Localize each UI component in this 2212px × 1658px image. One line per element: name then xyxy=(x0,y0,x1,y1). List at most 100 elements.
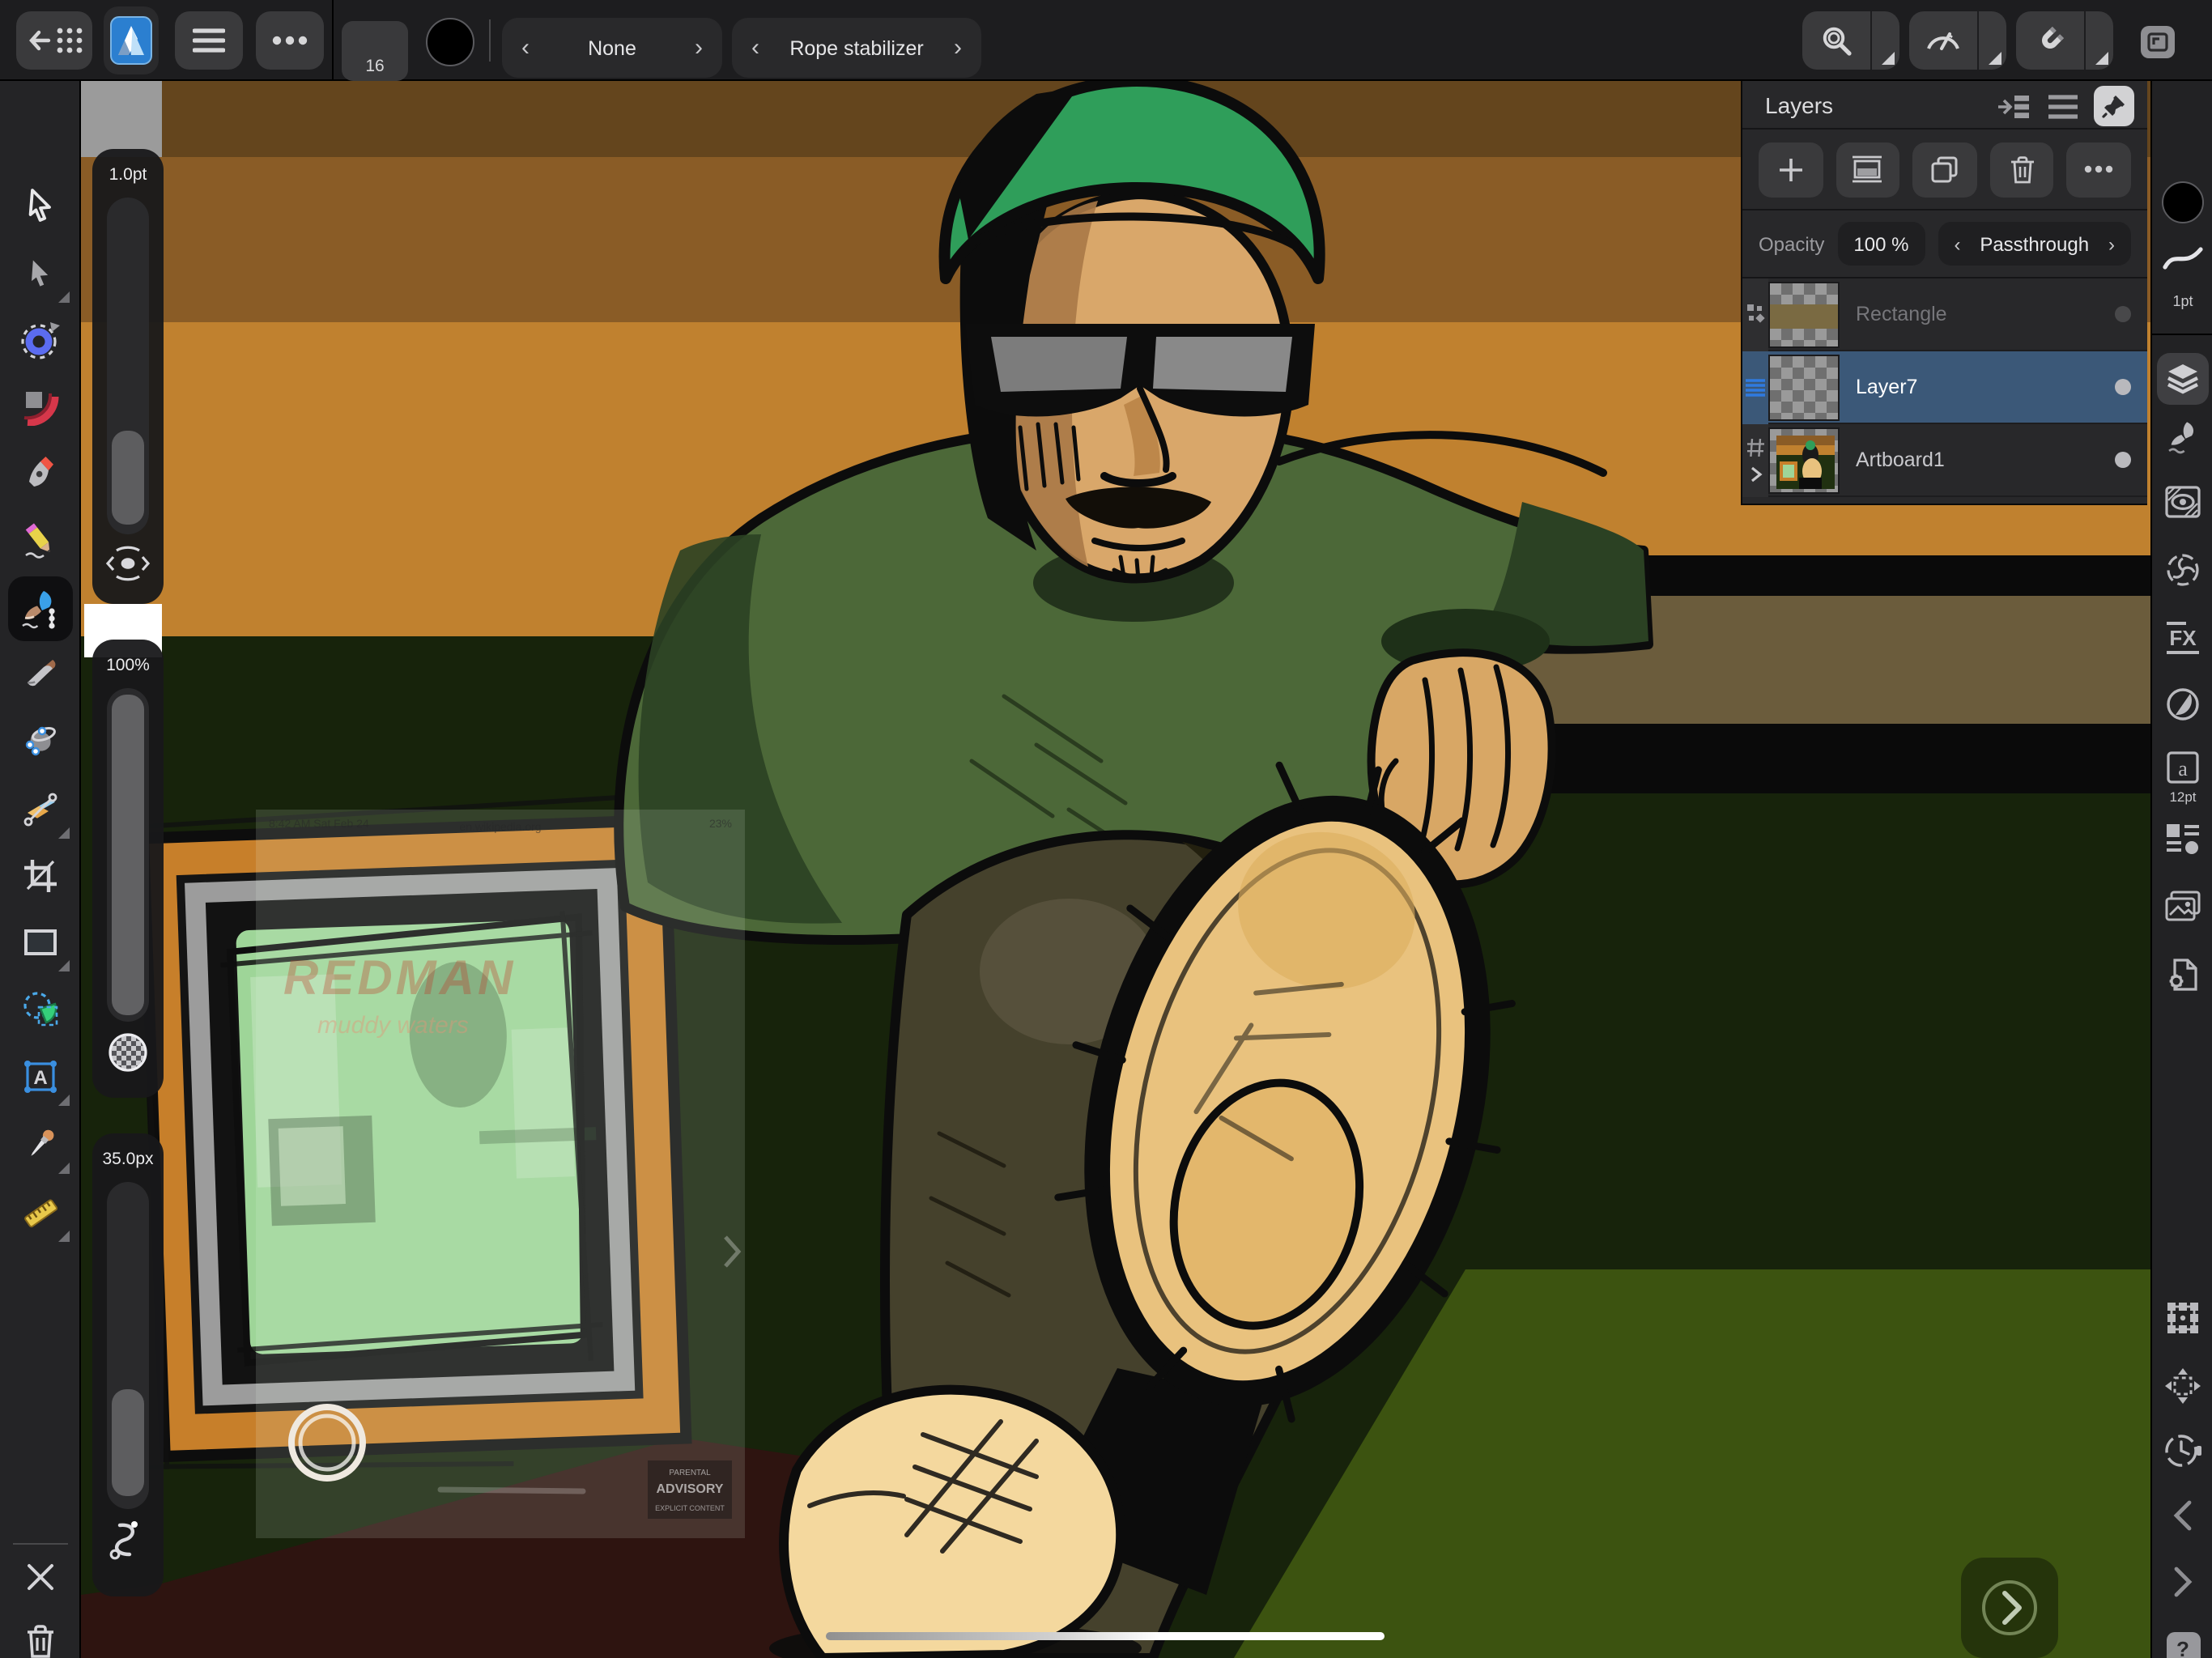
stroke-width-slider-handle[interactable] xyxy=(112,431,144,525)
main-menu-button[interactable] xyxy=(175,11,243,70)
rectangle-tool[interactable] xyxy=(8,910,73,975)
studio-tab-brushes[interactable] xyxy=(2152,419,2212,455)
pencil-tool[interactable] xyxy=(8,508,73,573)
studio-tab-typography[interactable]: a xyxy=(2152,750,2212,785)
window-mode-button[interactable] xyxy=(2141,26,2175,58)
preview-mode-flyout[interactable] xyxy=(1979,11,2006,70)
brush-size-field[interactable]: 16 xyxy=(342,21,408,81)
stroke-color-swatch[interactable] xyxy=(426,18,474,66)
symmetry-stepper[interactable]: ‹ None › xyxy=(502,18,722,78)
vector-crop-tool[interactable] xyxy=(8,844,73,908)
chevron-left-icon[interactable]: ‹ xyxy=(1954,232,1960,255)
corner-icon xyxy=(21,387,60,426)
opacity-value-field[interactable]: 100 % xyxy=(1837,222,1925,266)
opacity-label: Opacity xyxy=(1759,232,1824,255)
chevron-right-icon[interactable]: › xyxy=(695,36,703,60)
preview-mode-button[interactable] xyxy=(1909,11,1977,70)
chevron-left-icon[interactable]: ‹ xyxy=(751,36,759,60)
gradient-icon xyxy=(21,790,60,829)
transform-panel-button[interactable] xyxy=(2152,1300,2212,1336)
move-tool[interactable] xyxy=(8,173,73,238)
visibility-dot[interactable] xyxy=(2115,379,2131,395)
insert-target-icon[interactable] xyxy=(1997,91,2032,121)
svg-text:ADVISORY: ADVISORY xyxy=(657,1482,724,1496)
stabilizer-slider-panel: 35.0px xyxy=(92,1133,164,1596)
duplicate-layer-button[interactable] xyxy=(1912,142,1976,197)
studio-tab-stock[interactable] xyxy=(2152,891,2212,923)
opacity-slider-handle[interactable] xyxy=(112,695,144,1015)
layer-row-rectangle[interactable]: Rectangle xyxy=(1742,278,2147,351)
stabilizer-stepper[interactable]: ‹ Rope stabilizer › xyxy=(732,18,981,78)
stabilizer-slider-handle[interactable] xyxy=(112,1389,144,1496)
zoom-tool-flyout[interactable] xyxy=(1872,11,1899,70)
back-home-button[interactable] xyxy=(16,11,92,70)
next-page-button[interactable] xyxy=(1961,1558,2058,1658)
history-button[interactable] xyxy=(2152,1433,2212,1469)
studio-tab-paragraph[interactable] xyxy=(2152,823,2212,855)
hamburger-menu-icon xyxy=(193,28,225,53)
opacity-slider[interactable] xyxy=(107,688,149,1022)
visibility-dot[interactable] xyxy=(2115,452,2131,468)
studio-tab-layers[interactable] xyxy=(2157,353,2209,405)
layers-more-button[interactable] xyxy=(2067,142,2131,197)
current-brush-stroke[interactable] xyxy=(2152,243,2212,272)
home-indicator[interactable] xyxy=(826,1632,1385,1640)
arrange-move-button[interactable] xyxy=(2152,1367,2212,1405)
studio-tab-colour[interactable] xyxy=(2152,687,2212,722)
knife-tool[interactable] xyxy=(8,643,73,708)
studio-tab-adjustments[interactable] xyxy=(2152,552,2212,588)
chevron-left-icon[interactable]: ‹ xyxy=(521,36,530,60)
contour-tool[interactable] xyxy=(8,308,73,372)
studio-tab-masking[interactable] xyxy=(2152,486,2212,518)
delete-layer-button[interactable] xyxy=(1990,142,2054,197)
mask-layer-button[interactable] xyxy=(1836,142,1899,197)
stroke-width-slider[interactable] xyxy=(107,198,149,534)
measure-tool[interactable] xyxy=(8,1180,73,1245)
layer-row-artboard1[interactable]: Artboard1 xyxy=(1742,424,2147,497)
zoom-tool-button[interactable] xyxy=(1802,11,1870,70)
blend-mode-stepper[interactable]: ‹ Passthrough › xyxy=(1938,222,2131,266)
vector-brush-tool[interactable] xyxy=(8,576,73,641)
fill-gradient-tool[interactable] xyxy=(8,777,73,842)
point-transform-tool[interactable] xyxy=(8,708,73,772)
pin-panel-button[interactable] xyxy=(2094,86,2134,126)
cancel-stroke-button[interactable] xyxy=(8,1545,73,1609)
knife-icon xyxy=(21,656,60,695)
app-logo-button[interactable] xyxy=(104,6,159,74)
expand-right-button[interactable] xyxy=(2152,1566,2212,1598)
corner-tool[interactable] xyxy=(8,374,73,439)
layer-row-layer7[interactable]: Layer7 xyxy=(1742,351,2147,424)
point-transform-icon xyxy=(21,721,60,759)
current-color-swatch[interactable] xyxy=(2152,181,2212,223)
font-size-readout: 12pt xyxy=(2152,789,2212,805)
visibility-dot[interactable] xyxy=(2115,306,2131,322)
chevron-right-icon[interactable]: › xyxy=(954,36,962,60)
opacity-checker-icon[interactable] xyxy=(107,1031,149,1073)
chevron-right-icon[interactable]: › xyxy=(2108,232,2115,255)
studio-tab-document[interactable] xyxy=(2152,957,2212,993)
preview-eye-icon[interactable] xyxy=(104,546,152,581)
move-cursor-icon xyxy=(21,186,60,225)
list-options-icon[interactable] xyxy=(2047,93,2079,119)
shape-builder-tool[interactable] xyxy=(8,976,73,1041)
text-tool[interactable]: A xyxy=(8,1044,73,1109)
color-picker-tool[interactable] xyxy=(8,1112,73,1177)
snapping-flyout[interactable] xyxy=(2086,11,2113,70)
expand-chevron-icon[interactable] xyxy=(1748,466,1763,482)
add-layer-button[interactable] xyxy=(1759,142,1823,197)
studio-tab-fx[interactable]: FX xyxy=(2152,620,2212,656)
stabilizer-curve-icon[interactable] xyxy=(108,1519,147,1561)
clock-icon xyxy=(2163,1433,2202,1469)
transform-nodes-icon xyxy=(2165,1300,2201,1336)
chevron-right-icon xyxy=(2172,1566,2194,1598)
ellipsis-icon xyxy=(272,36,308,45)
more-options-button[interactable] xyxy=(256,11,324,70)
collapse-left-button[interactable] xyxy=(2152,1499,2212,1532)
delete-button[interactable] xyxy=(8,1609,73,1658)
layers-actions-row xyxy=(1742,130,2147,210)
stabilizer-slider[interactable] xyxy=(107,1182,149,1509)
snapping-button[interactable] xyxy=(2016,11,2084,70)
help-button[interactable]: ? xyxy=(2152,1632,2212,1658)
pen-tool[interactable] xyxy=(8,442,73,507)
node-tool[interactable] xyxy=(8,241,73,306)
